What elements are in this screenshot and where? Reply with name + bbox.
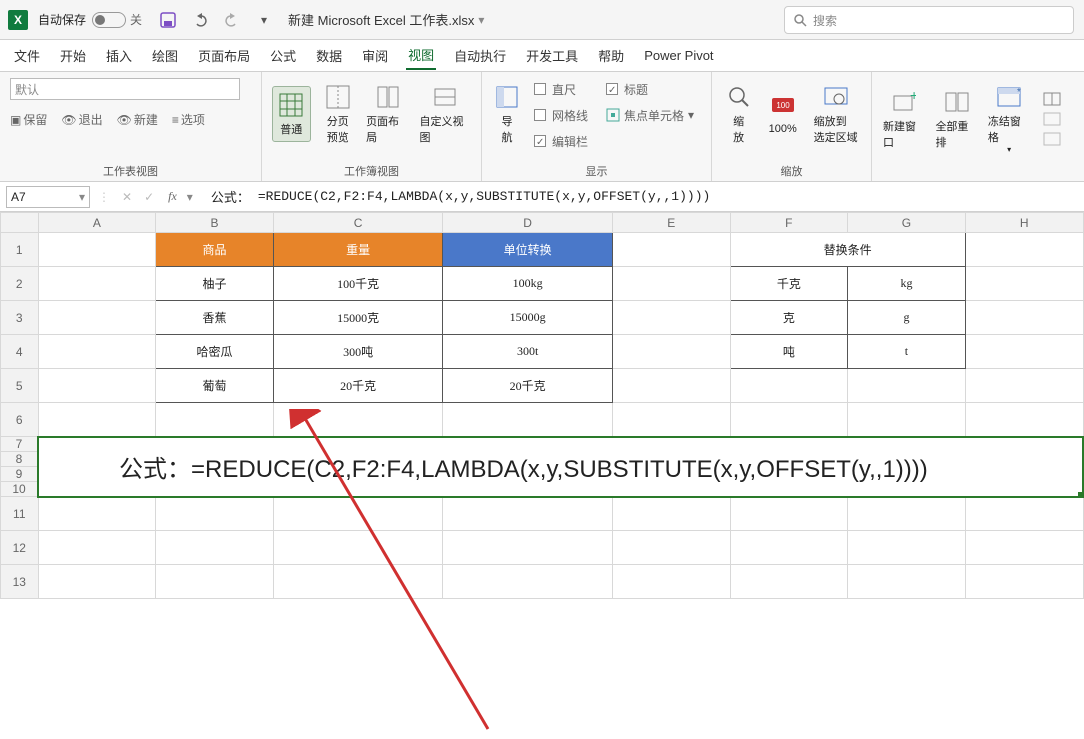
autosave-state: 关 xyxy=(130,11,142,28)
custom-view-btn[interactable]: 自定义视图 xyxy=(419,78,471,150)
redo-icon[interactable] xyxy=(222,10,242,30)
keep-btn[interactable]: ▣保留 xyxy=(10,111,47,128)
new-window-btn[interactable]: +新建窗口 xyxy=(882,83,926,155)
file-name: 新建 Microsoft Excel 工作表.xlsx xyxy=(288,10,474,29)
ribbon-tabs: 文件 开始 插入 绘图 页面布局 公式 数据 审阅 视图 自动执行 开发工具 帮… xyxy=(0,40,1084,72)
tab-layout[interactable]: 页面布局 xyxy=(196,42,252,69)
cell-C1[interactable]: 重量 xyxy=(273,233,443,267)
tab-formula[interactable]: 公式 xyxy=(268,42,298,69)
tab-dev[interactable]: 开发工具 xyxy=(524,42,580,69)
formulabar-cb[interactable] xyxy=(534,135,546,147)
tab-file[interactable]: 文件 xyxy=(12,42,42,69)
formula-display: 公式：=REDUCE(C2,F2:F4,LAMBDA(x,y,SUBSTITUT… xyxy=(39,449,1082,484)
svg-text:*: * xyxy=(1017,87,1021,98)
group-wsview-label: 工作表视图 xyxy=(10,163,251,179)
freeze-panes-btn[interactable]: *冻结窗格▾ xyxy=(987,78,1031,159)
cell-B1[interactable]: 商品 xyxy=(156,233,274,267)
unhide-icon[interactable] xyxy=(1043,132,1061,146)
excel-logo-icon: X xyxy=(8,10,28,30)
search-input[interactable]: 搜索 xyxy=(784,6,1074,34)
ruler-cb[interactable] xyxy=(534,83,546,95)
gridlines-cb[interactable] xyxy=(534,109,546,121)
zoom-100-btn[interactable]: 100100% xyxy=(763,88,802,140)
tab-insert[interactable]: 插入 xyxy=(104,42,134,69)
zoom-selection-btn[interactable]: 缩放到 选定区域 xyxy=(810,78,861,150)
sheet-view-select[interactable] xyxy=(10,78,240,100)
save-icon[interactable] xyxy=(158,10,178,30)
enter-icon[interactable]: ✓ xyxy=(144,190,154,204)
cell-D1[interactable]: 单位转换 xyxy=(443,233,613,267)
tab-help[interactable]: 帮助 xyxy=(596,42,626,69)
nav-btn[interactable]: 导 航 xyxy=(492,78,522,150)
cell-FG1[interactable]: 替换条件 xyxy=(730,233,965,267)
tab-review[interactable]: 审阅 xyxy=(360,42,390,69)
formula-bar: A7▾ ⋮ ✕ ✓ fx ▾ 公式： =REDUCE(C2,F2:F4,LAMB… xyxy=(0,182,1084,212)
qat-dropdown-icon[interactable]: ▾ xyxy=(254,10,274,30)
focus-cell-btn[interactable]: 焦点单元格 ▾ xyxy=(606,107,694,124)
search-icon xyxy=(793,13,807,27)
headings-cb[interactable] xyxy=(606,83,618,95)
new-view-btn[interactable]: 👁新建 xyxy=(117,111,158,128)
pagebreak-view-btn[interactable]: 分页 预览 xyxy=(319,78,358,150)
tab-draw[interactable]: 绘图 xyxy=(150,42,180,69)
tab-powerpivot[interactable]: Power Pivot xyxy=(642,44,715,67)
tab-auto[interactable]: 自动执行 xyxy=(452,42,508,69)
normal-view-btn[interactable]: 普通 xyxy=(272,86,311,142)
fill-handle[interactable] xyxy=(1078,492,1083,497)
hide-icon[interactable] xyxy=(1043,112,1061,126)
tab-view[interactable]: 视图 xyxy=(406,41,436,70)
formula-input[interactable]: =REDUCE(C2,F2:F4,LAMBDA(x,y,SUBSTITUTE(x… xyxy=(258,189,710,204)
ribbon: ▣保留 👁退出 👁新建 ≡选项 工作表视图 普通 分页 预览 页面布局 自定义视… xyxy=(0,72,1084,182)
group-show-label: 显示 xyxy=(492,163,701,179)
tab-data[interactable]: 数据 xyxy=(314,42,344,69)
tab-home[interactable]: 开始 xyxy=(58,42,88,69)
quick-access-toolbar: ▾ xyxy=(158,10,274,30)
fx-icon[interactable]: fx xyxy=(168,189,177,204)
spreadsheet[interactable]: ABCDEFGH 1 商品 重量 单位转换 替换条件 2 柚子 100千克 10… xyxy=(0,212,1084,599)
group-zoom-label: 缩放 xyxy=(722,163,861,179)
pagelayout-view-btn[interactable]: 页面布局 xyxy=(365,78,410,150)
options-btn[interactable]: ≡选项 xyxy=(172,111,205,128)
autosave-toggle[interactable] xyxy=(92,12,126,28)
undo-icon[interactable] xyxy=(190,10,210,30)
filename-dropdown-icon[interactable]: ▾ xyxy=(478,13,484,27)
group-wbview-label: 工作簿视图 xyxy=(272,163,471,179)
svg-text:+: + xyxy=(910,92,916,103)
svg-text:100: 100 xyxy=(776,101,790,110)
merged-formula-cell[interactable]: 公式：=REDUCE(C2,F2:F4,LAMBDA(x,y,SUBSTITUT… xyxy=(38,437,1083,497)
search-placeholder: 搜索 xyxy=(813,12,837,29)
name-box[interactable]: A7▾ xyxy=(6,186,90,208)
split-icon[interactable] xyxy=(1043,92,1061,106)
select-all-corner[interactable] xyxy=(1,213,39,233)
column-headers[interactable]: ABCDEFGH xyxy=(1,213,1084,233)
autosave-label: 自动保存 xyxy=(38,11,86,28)
formula-prefix: 公式： xyxy=(211,187,250,206)
title-bar: X 自动保存 关 ▾ 新建 Microsoft Excel 工作表.xlsx ▾… xyxy=(0,0,1084,40)
exit-btn[interactable]: 👁退出 xyxy=(61,111,102,128)
cancel-icon[interactable]: ✕ xyxy=(122,190,132,204)
zoom-btn[interactable]: 缩 放 xyxy=(722,78,755,150)
arrange-all-btn[interactable]: 全部重排 xyxy=(934,83,978,155)
